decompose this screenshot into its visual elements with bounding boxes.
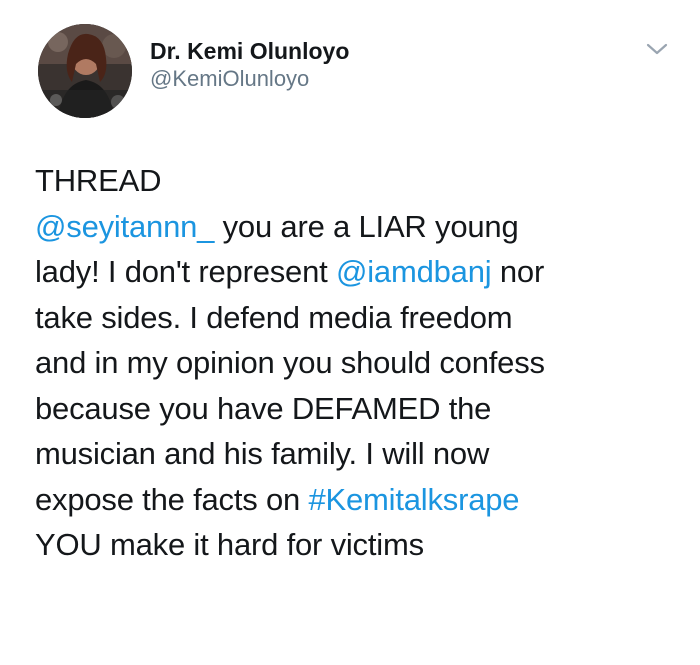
tweet-text-segment: you are a LIAR young [214, 208, 519, 244]
tweet-line: @seyitannn_ you are a LIAR young [35, 204, 675, 250]
tweet-text-segment: and in my opinion you should confess [35, 345, 545, 380]
mention-link[interactable]: @seyitannn_ [35, 209, 214, 244]
tweet-line: YOU make it hard for victims [35, 522, 675, 568]
tweet-text-segment: YOU make it hard for victims [35, 527, 424, 562]
tweet-text-segment: expose the facts on [35, 481, 309, 517]
tweet-line: THREAD [35, 158, 675, 204]
tweet-line: lady! I don't represent @iamdbanj nor [35, 249, 675, 295]
tweet-text-segment: lady! I don't represent [35, 254, 336, 289]
hashtag-link[interactable]: #Kemitalksrape [308, 482, 519, 517]
display-name[interactable]: Dr. Kemi Olunloyo [150, 37, 349, 65]
tweet-text-segment: THREAD [35, 163, 162, 198]
user-handle[interactable]: @KemiOlunloyo [150, 65, 349, 93]
tweet-line: take sides. I defend media freedom [35, 295, 675, 341]
chevron-down-icon[interactable] [645, 40, 669, 58]
tweet-line: expose the facts on #Kemitalksrape [35, 477, 675, 523]
tweet-line: because you have DEFAMED the [35, 386, 675, 432]
tweet-line: musician and his family. I will now [35, 431, 675, 477]
tweet-text-segment: musician and his family. I will now [35, 436, 490, 471]
avatar[interactable] [38, 24, 132, 118]
tweet-line: and in my opinion you should confess [35, 340, 675, 386]
tweet-text-segment: nor [491, 254, 545, 289]
tweet-text: THREAD @seyitannn_ you are a LIAR young … [35, 158, 675, 568]
tweet-text-segment: because you have DEFAMED the [35, 390, 492, 426]
tweet-text-segment: take sides. I defend media freedom [35, 299, 513, 335]
tweet-card: Dr. Kemi Olunloyo @KemiOlunloyo THREAD @… [0, 0, 700, 665]
mention-link[interactable]: @iamdbanj [336, 254, 492, 289]
author-block[interactable]: Dr. Kemi Olunloyo @KemiOlunloyo [150, 37, 349, 93]
